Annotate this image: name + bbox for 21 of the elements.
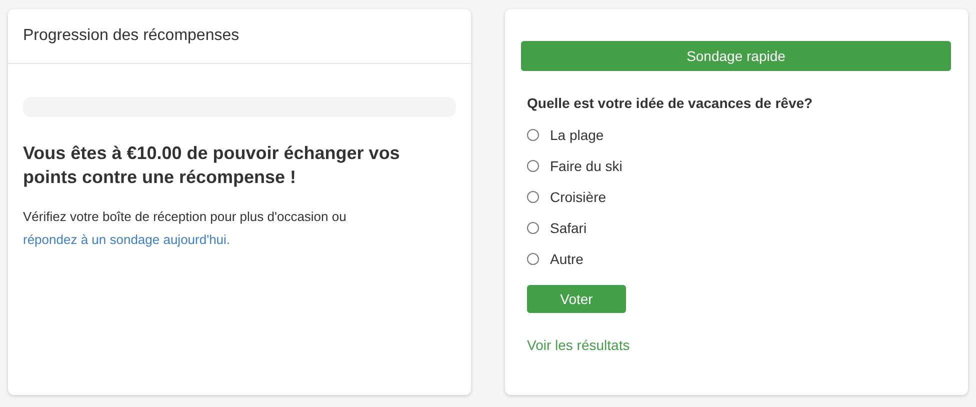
radio-button[interactable] [527, 129, 539, 141]
card-title: Progression des récompenses [23, 27, 240, 45]
survey-link[interactable]: répondez à un sondage aujourd'hui. [23, 232, 230, 247]
rewards-headline: Vous êtes à €10.00 de pouvoir échanger vos points contre une récompense ! [23, 142, 401, 189]
poll-option[interactable]: Autre [527, 248, 584, 270]
option-label: Faire du ski [550, 158, 622, 174]
rewards-message: Vérifiez votre boîte de réception pour plus d'occasion ou répondez à un sondage aujourd'hui. [23, 208, 348, 249]
radio-button[interactable] [527, 160, 539, 172]
option-label: Croisière [550, 189, 606, 205]
radio-button[interactable] [527, 191, 539, 203]
option-label: La plage [550, 127, 604, 143]
poll-option[interactable]: Croisière [527, 186, 606, 208]
radio-button[interactable] [527, 222, 539, 234]
option-label: Autre [550, 251, 584, 267]
poll-option[interactable]: Safari [527, 217, 587, 239]
option-label: Safari [550, 220, 587, 236]
poll-option[interactable]: Faire du ski [527, 155, 622, 177]
poll-question: Quelle est votre idée de vacances de rêve? [527, 95, 814, 111]
radio-button[interactable] [527, 253, 539, 265]
poll-option[interactable]: La plage [527, 124, 604, 146]
poll-title-banner: Sondage rapide [521, 41, 951, 71]
